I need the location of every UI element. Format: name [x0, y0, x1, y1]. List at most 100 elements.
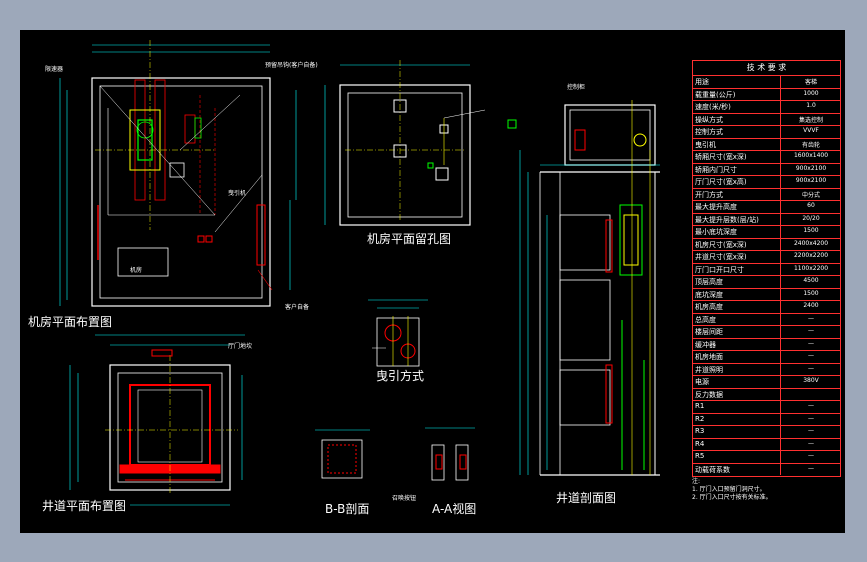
- title-section-bb: B-B剖面: [325, 502, 370, 516]
- spec-divider: [780, 213, 781, 225]
- spec-key: 最小底坑深度: [695, 228, 737, 236]
- spec-row: 机房高度 2400: [693, 300, 840, 313]
- spec-value: —: [808, 439, 814, 447]
- annotation-control-cabinet: 控制柜: [567, 84, 586, 91]
- spec-divider: [780, 313, 781, 325]
- spec-divider: [780, 413, 781, 425]
- spec-value: —: [808, 414, 814, 422]
- spec-key: 控制方式: [695, 128, 723, 136]
- spec-key: R2: [695, 414, 705, 423]
- note-line: 2. 厅门入口尺寸按有关标准。: [692, 494, 772, 501]
- spec-value: 1500: [803, 289, 819, 297]
- spec-key: 用途: [695, 78, 709, 86]
- spec-row: 轿厢尺寸(宽x深) 1600x1400: [693, 150, 840, 163]
- spec-row: R2 —: [693, 412, 840, 425]
- spec-key: 总高度: [695, 315, 716, 324]
- spec-divider: [780, 301, 781, 313]
- spec-key: 反力数据: [695, 390, 723, 399]
- machine-room-plan: [59, 40, 297, 307]
- note-line: 注:: [692, 478, 701, 485]
- shaft-plan: [69, 334, 245, 506]
- machine-room-holes-plan: [324, 60, 486, 226]
- spec-value: —: [808, 427, 814, 434]
- spec-divider: [780, 276, 781, 288]
- spec-divider: [780, 88, 781, 100]
- spec-row: 机房地面 —: [693, 350, 840, 363]
- title-machine-room-layout: 机房平面布置图: [28, 315, 113, 329]
- spec-value: 2400x4200: [793, 239, 829, 247]
- spec-key: 底坑深度: [695, 290, 723, 299]
- spec-value: 1.0: [806, 102, 816, 109]
- spec-table-title: 技 术 要 求: [746, 63, 787, 72]
- spec-row: 最小底坑深度 1500: [693, 225, 840, 238]
- spec-value: —: [808, 402, 814, 409]
- title-view-aa: A-A视图: [432, 502, 477, 516]
- title-machine-room-holes: 机房平面留孔图: [367, 232, 452, 246]
- spec-divider: [780, 251, 781, 263]
- spec-divider: [780, 226, 781, 238]
- spec-row: 轿厢内门尺寸 900x2100: [693, 162, 840, 175]
- spec-key: 速度(米/秒): [695, 103, 731, 111]
- spec-divider: [780, 76, 781, 88]
- spec-value: 20/20: [802, 214, 820, 222]
- spec-row: 电源 380V: [693, 375, 840, 388]
- spec-value: VVVF: [803, 127, 819, 134]
- spec-value: 900x2100: [795, 164, 827, 172]
- spec-value: 4500: [803, 277, 819, 284]
- spec-value: 380V: [803, 377, 819, 384]
- spec-divider: [780, 138, 781, 150]
- spec-key: 机房高度: [695, 303, 723, 311]
- spec-key: 机房地面: [695, 353, 723, 361]
- spec-key: 楼层间距: [695, 328, 723, 336]
- spec-key: 操纵方式: [695, 115, 723, 124]
- spec-row: 控制方式 VVVF: [693, 125, 840, 138]
- spec-value: —: [808, 352, 814, 359]
- annotation-owner-supply: 客户自备: [285, 304, 310, 311]
- spec-key: R5: [695, 452, 705, 460]
- spec-key: 厅门尺寸(宽x高): [695, 178, 747, 186]
- spec-key: 厅门口开口尺寸: [695, 265, 744, 274]
- spec-row: 载重量(公斤) 1000: [693, 87, 840, 100]
- title-shaft-section: 井道剖面图: [556, 491, 617, 505]
- spec-value: —: [808, 364, 814, 372]
- spec-value: —: [808, 452, 814, 459]
- spec-value: —: [808, 339, 814, 347]
- spec-row: 用途 客梯: [693, 75, 840, 88]
- spec-divider: [780, 438, 781, 450]
- spec-row: 顶层高度 4500: [693, 275, 840, 288]
- view-aa: [425, 427, 475, 481]
- spec-divider: [780, 101, 781, 113]
- title-traction: 曳引方式: [376, 369, 425, 383]
- annotation-landing-button: 召唤按钮: [392, 495, 417, 502]
- spec-key: 开门方式: [695, 190, 723, 199]
- spec-row: 曳引机 有齿轮: [693, 137, 840, 150]
- spec-key: R1: [695, 402, 705, 410]
- spec-row: 井道照明 —: [693, 362, 840, 375]
- spec-value: —: [808, 314, 814, 322]
- spec-row: 井道尺寸(宽x深) 2200x2200: [693, 250, 840, 263]
- spec-key: 电源: [695, 378, 709, 386]
- spec-row: R4 —: [693, 437, 840, 450]
- spec-key: 机房尺寸(宽x深): [695, 240, 747, 249]
- spec-row: 机房尺寸(宽x深) 2400x4200: [693, 237, 840, 250]
- spec-value: 集选控制: [798, 116, 823, 124]
- spec-value: —: [808, 464, 814, 472]
- spec-key: 曳引机: [695, 140, 716, 149]
- spec-key: 井道尺寸(宽x深): [695, 253, 747, 261]
- spec-divider: [780, 351, 781, 363]
- spec-divider: [780, 376, 781, 388]
- spec-divider: [780, 238, 781, 250]
- spec-key: 载重量(公斤): [695, 90, 736, 99]
- spec-row: 速度(米/秒) 1.0: [693, 100, 840, 113]
- spec-key: R3: [695, 427, 705, 435]
- spec-value: 1000: [803, 89, 819, 97]
- spec-divider: [780, 388, 781, 400]
- spec-divider: [780, 401, 781, 413]
- spec-value: 1100x2200: [793, 264, 829, 272]
- spec-row: 底坑深度 1500: [693, 287, 840, 300]
- spec-key: 轿厢尺寸(宽x深): [695, 153, 747, 161]
- spec-row: 缓冲器 —: [693, 337, 840, 350]
- spec-divider: [780, 263, 781, 275]
- annotation-governor: 限速器: [45, 66, 64, 73]
- spec-row: R5 —: [693, 450, 840, 463]
